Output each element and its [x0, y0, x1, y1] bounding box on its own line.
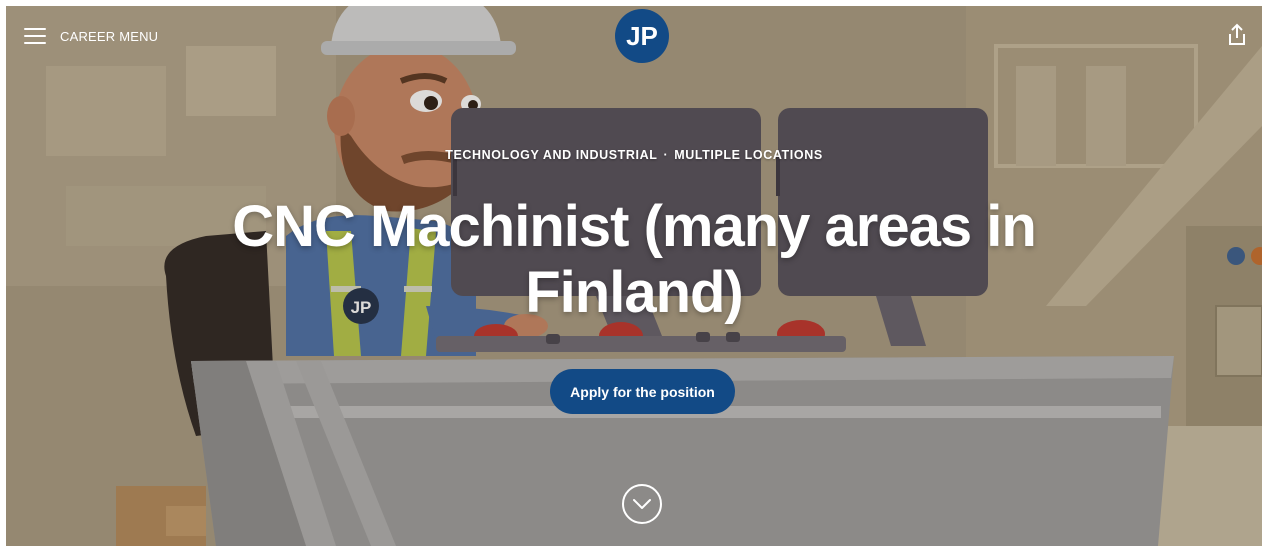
career-menu-button[interactable]: CAREER MENU	[24, 24, 158, 48]
hero-section: JP CAREER MENU JP TECHNOLOGY AND INDUSTR…	[6, 6, 1262, 546]
job-category-location: TECHNOLOGY AND INDUSTRIAL · MULTIPLE LOCAT…	[6, 148, 1262, 162]
share-button[interactable]	[1226, 23, 1248, 47]
menu-icon	[24, 28, 46, 44]
top-navigation-bar: CAREER MENU JP	[6, 6, 1262, 66]
job-title: CNC Machinist (many areas in Finland)	[232, 194, 1037, 325]
job-category: TECHNOLOGY AND INDUSTRIAL	[445, 148, 658, 162]
apply-button[interactable]: Apply for the position	[550, 369, 735, 414]
job-location: MULTIPLE LOCATIONS	[674, 148, 823, 162]
logo-text: JP	[626, 21, 658, 51]
share-icon	[1229, 23, 1245, 45]
chevron-down-icon	[633, 499, 651, 509]
career-menu-label: CAREER MENU	[60, 28, 159, 44]
brand-logo[interactable]: JP	[615, 9, 669, 63]
scroll-down-button[interactable]	[622, 484, 662, 524]
logo-mark: JP	[626, 21, 658, 51]
separator-dot: ·	[663, 148, 669, 162]
